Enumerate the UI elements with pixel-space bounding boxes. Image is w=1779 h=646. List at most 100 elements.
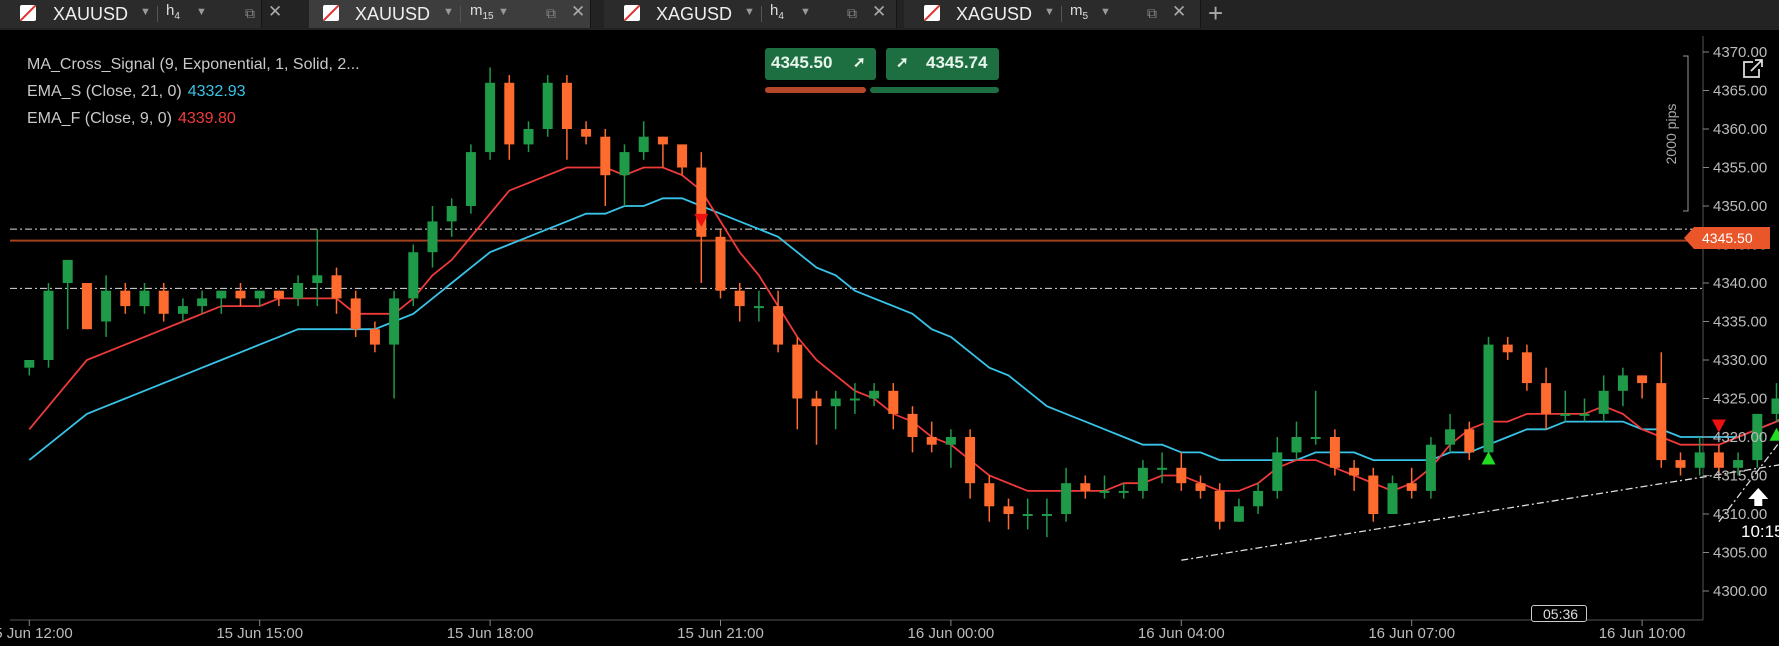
arrow-up-right-icon: ➚ bbox=[896, 54, 909, 71]
candle-body bbox=[1560, 413, 1571, 416]
candle-body bbox=[1771, 398, 1779, 414]
candle-body bbox=[542, 82, 553, 129]
bullish-candle bbox=[1445, 413, 1456, 453]
candle-body bbox=[619, 152, 630, 176]
candle-body bbox=[1041, 514, 1052, 516]
bearish-candle bbox=[1521, 344, 1532, 391]
legend-ma-cross[interactable]: MA_Cross_Signal (9, Exponential, 1, Soli… bbox=[27, 56, 360, 74]
candle-body bbox=[1349, 467, 1360, 476]
candle-body bbox=[120, 290, 131, 307]
candle-body bbox=[81, 283, 92, 330]
bullish-candle bbox=[1041, 498, 1052, 538]
candle-body bbox=[1675, 460, 1686, 468]
candle-body bbox=[734, 290, 745, 307]
x-tick-label: 15 Jun 15:00 bbox=[216, 625, 303, 642]
bearish-candle bbox=[561, 75, 572, 160]
candle-body bbox=[293, 283, 304, 299]
candle-timer: 05:36 bbox=[1531, 605, 1587, 622]
chart-grid bbox=[10, 36, 1704, 621]
bullish-candle bbox=[1099, 475, 1110, 499]
bullish-candle bbox=[1560, 390, 1571, 422]
candle-body bbox=[1061, 483, 1072, 514]
price-chart[interactable]: 4300.00 4305.00 4310.00 4315.00 4320.00 4325.… bbox=[0, 0, 1779, 646]
candle-body bbox=[62, 259, 73, 283]
trendlines[interactable] bbox=[1181, 245, 1779, 561]
candle-body bbox=[1080, 483, 1091, 491]
bearish-candle bbox=[677, 144, 688, 176]
bearish-candle bbox=[1176, 452, 1187, 491]
bullish-candle bbox=[830, 390, 841, 430]
y-tick-label: 4355.00 bbox=[1713, 160, 1767, 177]
x-tick-label: 15 Jun 21:00 bbox=[677, 625, 764, 642]
candle-body bbox=[1387, 483, 1398, 514]
buy-button[interactable]: ➚ 4345.74 bbox=[886, 48, 999, 80]
bearish-candle bbox=[581, 121, 592, 145]
candle-body bbox=[677, 144, 688, 168]
ema-fast-polyline bbox=[28, 166, 1779, 492]
x-tick-label: 16 Jun 04:00 bbox=[1138, 625, 1225, 642]
sell-volume-bar bbox=[765, 87, 866, 93]
bearish-candle bbox=[600, 129, 611, 206]
ema-slow-line bbox=[28, 197, 1779, 462]
y-tick-label: 4365.00 bbox=[1713, 83, 1767, 100]
cross-signals bbox=[694, 213, 1779, 465]
candle-body bbox=[965, 437, 976, 484]
candle-body bbox=[1118, 490, 1129, 493]
bullish-candle bbox=[427, 206, 438, 268]
buy-volume-bar bbox=[870, 87, 999, 93]
candle-body bbox=[1368, 475, 1379, 514]
x-tick-label: 15 Jun 12:00 bbox=[0, 625, 73, 642]
candle-body bbox=[139, 290, 150, 307]
candle-body bbox=[1694, 452, 1705, 468]
candle-body bbox=[561, 82, 572, 129]
bullish-candle bbox=[197, 290, 208, 314]
bearish-candle bbox=[792, 336, 803, 430]
candle-body bbox=[1157, 467, 1168, 470]
candle-body bbox=[811, 398, 822, 407]
price-axis[interactable]: 4300.00 4305.00 4310.00 4315.00 4320.00 4325.… bbox=[1703, 44, 1767, 600]
buy-signal-arrow bbox=[1769, 427, 1779, 441]
y-tick-label: 4340.00 bbox=[1713, 275, 1767, 292]
candle-body bbox=[1579, 413, 1590, 416]
sell-button[interactable]: 4345.50 ➚ bbox=[765, 48, 876, 80]
legend-ma-cross-label: MA_Cross_Signal (9, Exponential, 1, Soli… bbox=[27, 56, 360, 73]
bullish-candle bbox=[542, 75, 553, 137]
legend-ema-s[interactable]: EMA_S (Close, 21, 0) 4332.93 bbox=[27, 83, 246, 101]
bullish-candle bbox=[465, 144, 476, 214]
y-tick-label: 4315.00 bbox=[1713, 468, 1767, 485]
ema-fast-line bbox=[28, 166, 1779, 492]
candle-body bbox=[485, 82, 496, 153]
bullish-candle bbox=[1617, 367, 1628, 407]
bullish-candle bbox=[638, 121, 649, 160]
candle-body bbox=[792, 344, 803, 399]
pips-ruler: 2000 pips bbox=[1663, 55, 1689, 212]
bearish-candle bbox=[811, 390, 822, 445]
time-axis[interactable]: 15 Jun 12:00 15 Jun 15:00 15 Jun 18:00 15 J… bbox=[0, 620, 1779, 642]
bearish-candle bbox=[1406, 467, 1417, 499]
bearish-candle bbox=[888, 383, 899, 430]
bearish-candle bbox=[657, 136, 668, 168]
bullish-candle bbox=[293, 275, 304, 307]
candle-body bbox=[1214, 490, 1225, 522]
bearish-candle bbox=[1637, 375, 1648, 399]
bearish-candle bbox=[1656, 352, 1667, 468]
bearish-candle bbox=[504, 75, 515, 160]
legend-ema-f[interactable]: EMA_F (Close, 9, 0) 4339.80 bbox=[27, 110, 236, 128]
bearish-candle bbox=[715, 229, 726, 299]
candle-body bbox=[1637, 375, 1648, 384]
candle-body bbox=[1099, 490, 1110, 493]
candle-body bbox=[331, 275, 342, 299]
bullish-candle bbox=[389, 290, 400, 399]
external-link-icon[interactable] bbox=[1742, 58, 1764, 80]
candle-body bbox=[1233, 506, 1244, 522]
bullish-candle bbox=[1233, 498, 1244, 522]
candle-body bbox=[869, 390, 880, 399]
bullish-candle bbox=[24, 360, 35, 376]
candle-body bbox=[1195, 483, 1206, 491]
bullish-candle bbox=[1483, 336, 1494, 453]
candle-body bbox=[1406, 483, 1417, 491]
bullish-candle bbox=[101, 275, 112, 337]
bullish-candle bbox=[485, 67, 496, 160]
candle-body bbox=[830, 398, 841, 407]
y-tick-label: 4360.00 bbox=[1713, 121, 1767, 138]
